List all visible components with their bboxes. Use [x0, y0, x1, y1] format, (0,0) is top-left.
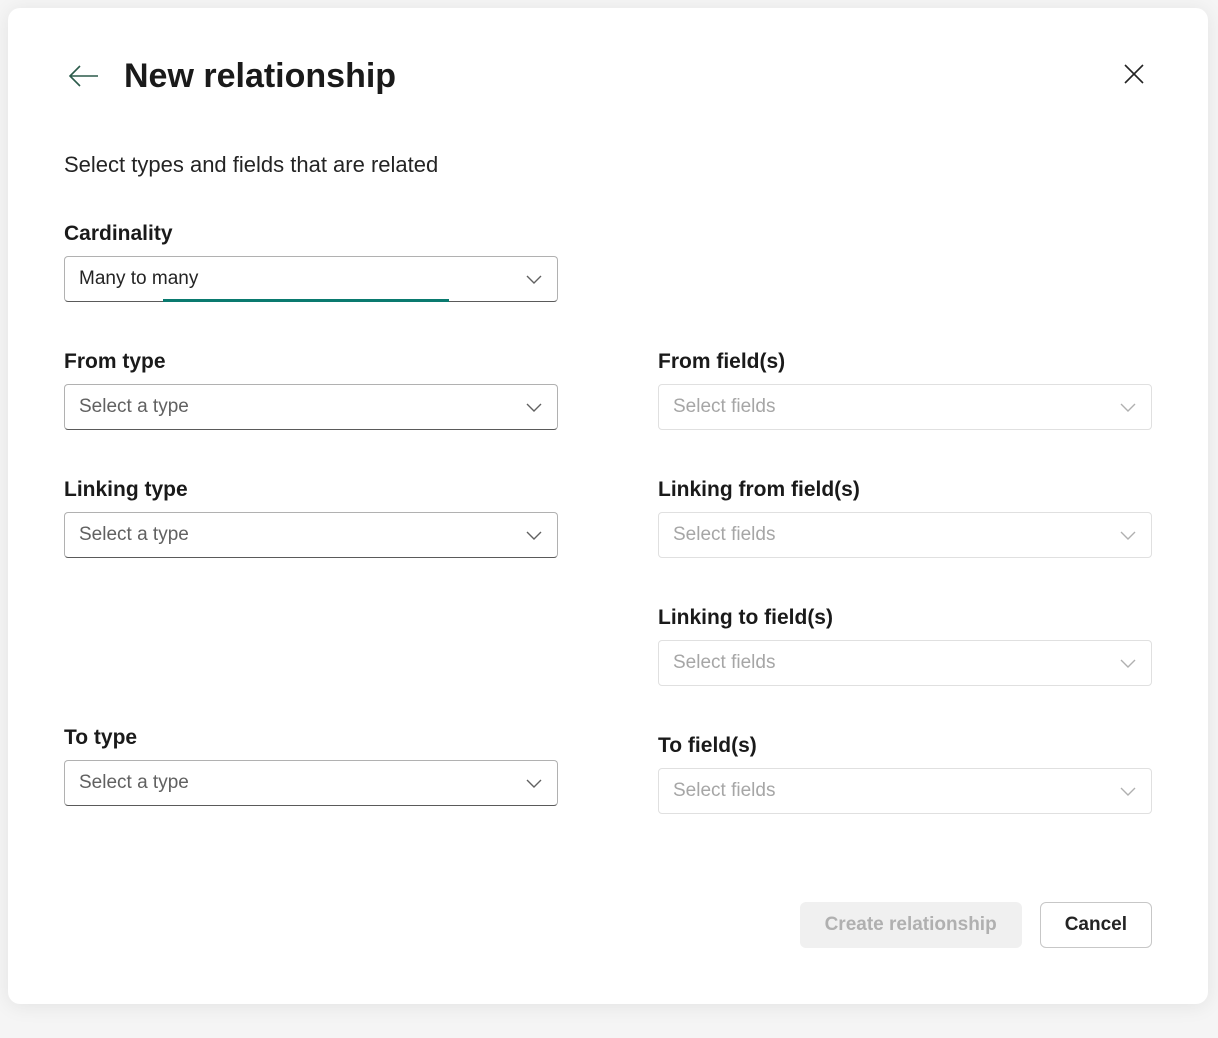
- cardinality-label: Cardinality: [64, 222, 558, 246]
- from-type-field: From type Select a type: [64, 350, 558, 430]
- linking-type-placeholder: Select a type: [79, 524, 525, 546]
- from-type-select[interactable]: Select a type: [64, 384, 558, 430]
- form-left-column: Cardinality Many to many From type Selec…: [64, 222, 558, 862]
- linking-type-field: Linking type Select a type: [64, 478, 558, 558]
- create-relationship-button[interactable]: Create relationship: [800, 902, 1022, 948]
- from-type-label: From type: [64, 350, 558, 374]
- linking-from-fields-placeholder: Select fields: [673, 524, 1119, 546]
- from-fields-select[interactable]: Select fields: [658, 384, 1152, 430]
- chevron-down-icon: [525, 273, 543, 285]
- to-type-label: To type: [64, 726, 558, 750]
- linking-type-label: Linking type: [64, 478, 558, 502]
- to-type-placeholder: Select a type: [79, 772, 525, 794]
- linking-to-fields-select[interactable]: Select fields: [658, 640, 1152, 686]
- cancel-button[interactable]: Cancel: [1040, 902, 1152, 948]
- to-fields-select[interactable]: Select fields: [658, 768, 1152, 814]
- arrow-left-icon: [68, 64, 100, 88]
- from-fields-label: From field(s): [658, 350, 1152, 374]
- close-button[interactable]: [1116, 56, 1152, 92]
- to-fields-placeholder: Select fields: [673, 780, 1119, 802]
- chevron-down-icon: [525, 777, 543, 789]
- to-fields-label: To field(s): [658, 734, 1152, 758]
- linking-to-fields-placeholder: Select fields: [673, 652, 1119, 674]
- dialog-title: New relationship: [124, 57, 396, 96]
- chevron-down-icon: [525, 401, 543, 413]
- to-fields-field: To field(s) Select fields: [658, 734, 1152, 814]
- linking-to-fields-label: Linking to field(s): [658, 606, 1152, 630]
- chevron-down-icon: [525, 529, 543, 541]
- dialog-header: New relationship: [64, 56, 1152, 96]
- spacer: [64, 606, 558, 726]
- dialog-footer: Create relationship Cancel: [64, 902, 1152, 948]
- to-type-select[interactable]: Select a type: [64, 760, 558, 806]
- form-grid: Cardinality Many to many From type Selec…: [64, 222, 1152, 862]
- linking-type-select[interactable]: Select a type: [64, 512, 558, 558]
- form-right-column: From field(s) Select fields Linking from…: [658, 222, 1152, 862]
- from-fields-field: From field(s) Select fields: [658, 350, 1152, 430]
- to-type-field: To type Select a type: [64, 726, 558, 806]
- linking-from-fields-select[interactable]: Select fields: [658, 512, 1152, 558]
- new-relationship-dialog: New relationship Select types and fields…: [8, 8, 1208, 1004]
- back-button[interactable]: [64, 56, 104, 96]
- from-type-placeholder: Select a type: [79, 396, 525, 418]
- chevron-down-icon: [1119, 785, 1137, 797]
- chevron-down-icon: [1119, 529, 1137, 541]
- chevron-down-icon: [1119, 401, 1137, 413]
- linking-from-fields-label: Linking from field(s): [658, 478, 1152, 502]
- cardinality-select[interactable]: Many to many: [64, 256, 558, 302]
- linking-to-fields-field: Linking to field(s) Select fields: [658, 606, 1152, 686]
- close-icon: [1122, 62, 1146, 86]
- linking-from-fields-field: Linking from field(s) Select fields: [658, 478, 1152, 558]
- dialog-subtitle: Select types and fields that are related: [64, 152, 1152, 178]
- cardinality-value: Many to many: [79, 268, 525, 290]
- cardinality-field: Cardinality Many to many: [64, 222, 558, 302]
- from-fields-placeholder: Select fields: [673, 396, 1119, 418]
- chevron-down-icon: [1119, 657, 1137, 669]
